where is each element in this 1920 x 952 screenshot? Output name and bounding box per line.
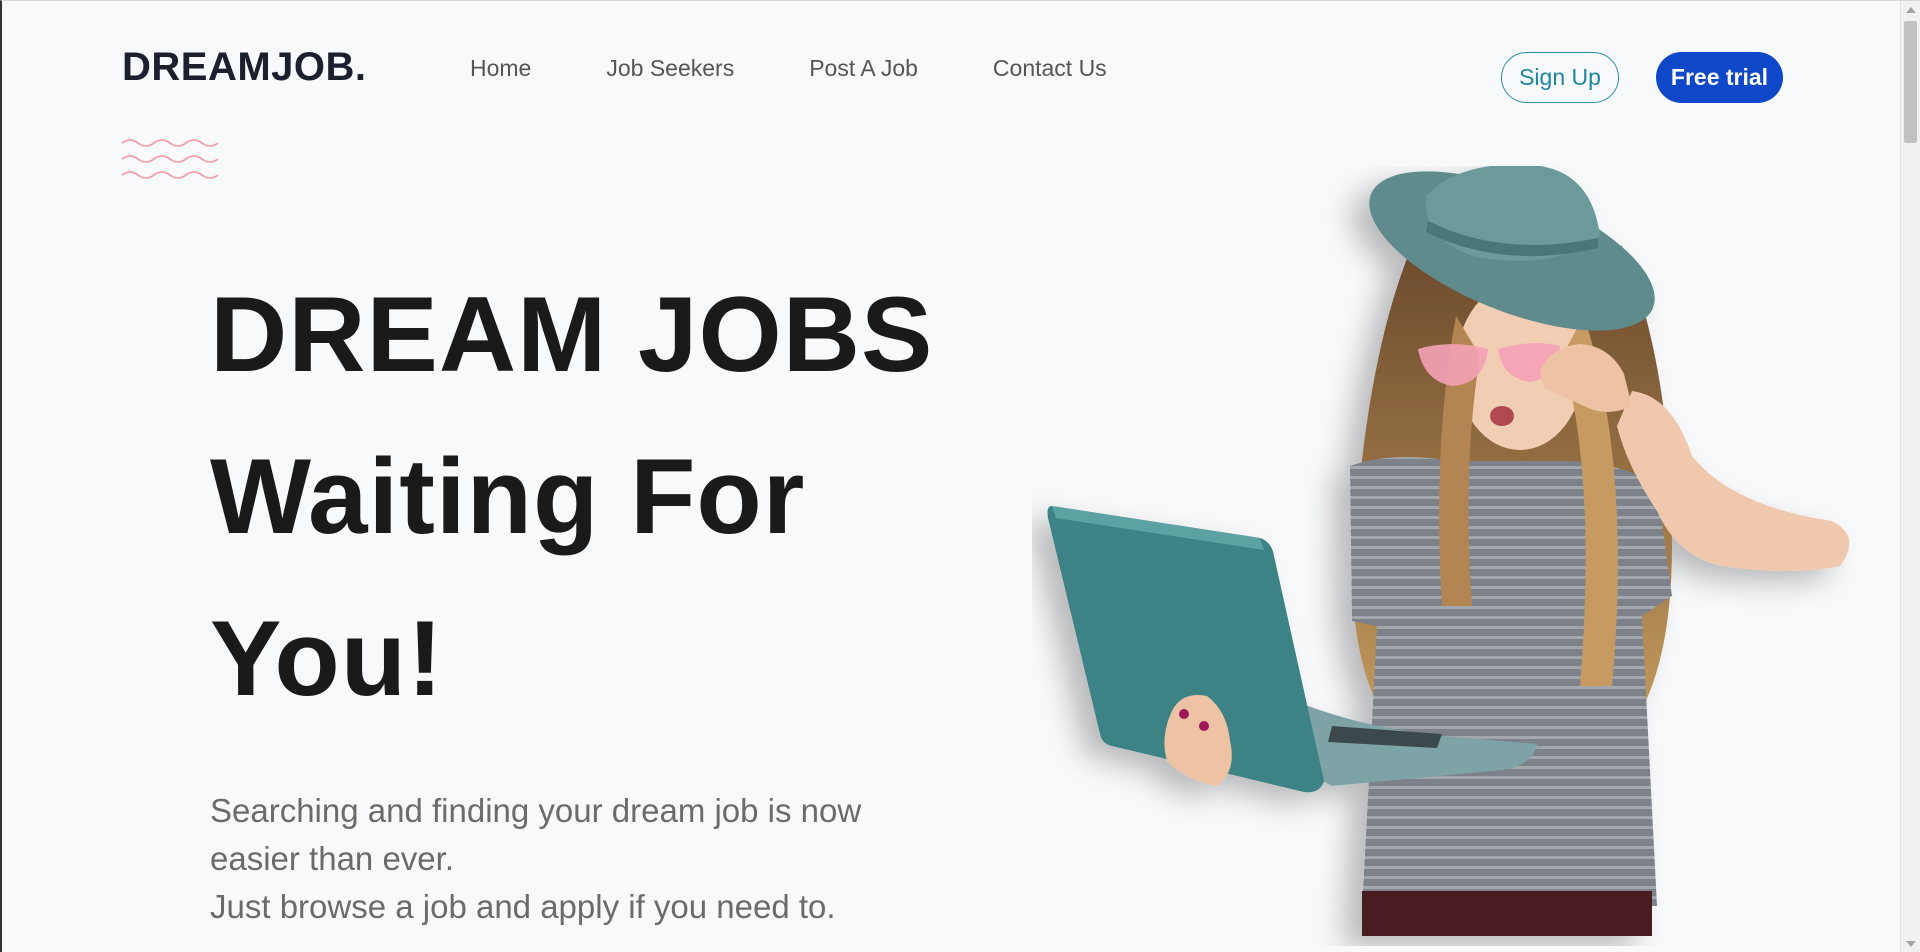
vertical-scrollbar[interactable] <box>1900 1 1920 952</box>
scroll-down-arrow-icon[interactable] <box>1906 941 1916 947</box>
sign-up-button[interactable]: Sign Up <box>1501 52 1619 103</box>
hero-description-line: Just browse a job and apply if you need … <box>210 888 836 925</box>
hero-description-line: easier than ever. <box>210 840 454 877</box>
nav-item-home[interactable]: Home <box>470 55 531 82</box>
hero-title-line: You! <box>210 598 444 718</box>
free-trial-button[interactable]: Free trial <box>1656 52 1783 103</box>
nav-item-post-a-job[interactable]: Post A Job <box>809 55 918 82</box>
hero-title-line: DREAM JOBS <box>210 274 934 394</box>
scroll-up-arrow-icon[interactable] <box>1906 7 1916 13</box>
scrollbar-thumb[interactable] <box>1904 21 1917 143</box>
woman-with-laptop-image <box>1047 166 1850 936</box>
page: DREAMJOB. Home Job Seekers Post A Job Co… <box>0 0 1920 952</box>
hero-title: DREAM JOBS Waiting For You! <box>210 253 970 739</box>
hero-description-line: Searching and finding your dream job is … <box>210 792 862 829</box>
hero-description: Searching and finding your dream job is … <box>210 787 930 931</box>
wave-decoration-icon <box>122 139 219 179</box>
main-nav: Home Job Seekers Post A Job Contact Us <box>470 55 1182 82</box>
nav-item-job-seekers[interactable]: Job Seekers <box>606 55 734 82</box>
nav-item-contact-us[interactable]: Contact Us <box>993 55 1107 82</box>
brand-logo[interactable]: DREAMJOB. <box>122 45 367 90</box>
hero-title-line: Waiting For <box>210 436 806 556</box>
